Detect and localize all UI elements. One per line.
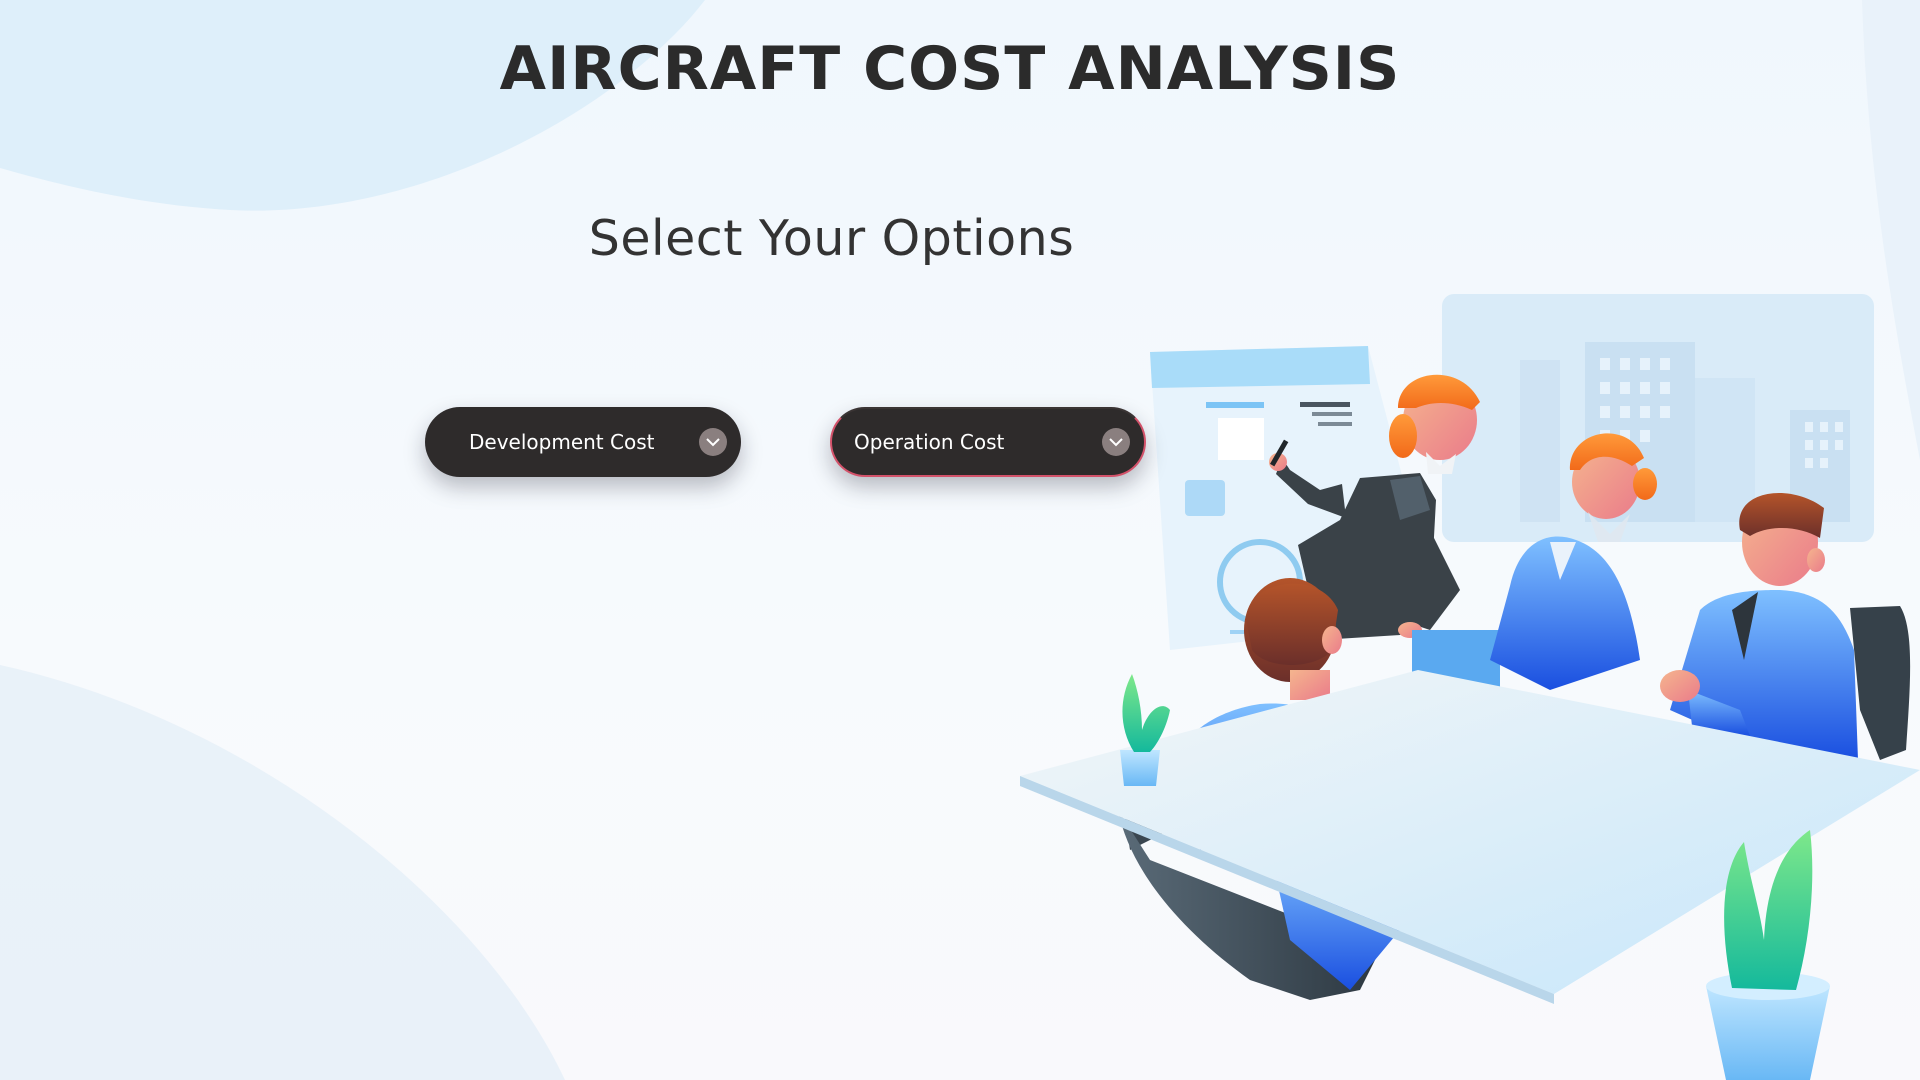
development-cost-label: Development Cost — [469, 430, 655, 454]
page-subtitle: Select Your Options — [588, 210, 1075, 267]
operation-cost-dropdown[interactable]: Operation Cost — [830, 407, 1146, 477]
chevron-down-icon[interactable] — [1102, 428, 1130, 456]
operation-cost-label: Operation Cost — [854, 430, 1005, 454]
page-title: AIRCRAFT COST ANALYSIS — [499, 34, 1401, 104]
development-cost-dropdown[interactable]: Development Cost — [425, 407, 741, 477]
chevron-down-icon[interactable] — [699, 428, 727, 456]
team-meeting-illustration — [1020, 294, 1920, 1080]
